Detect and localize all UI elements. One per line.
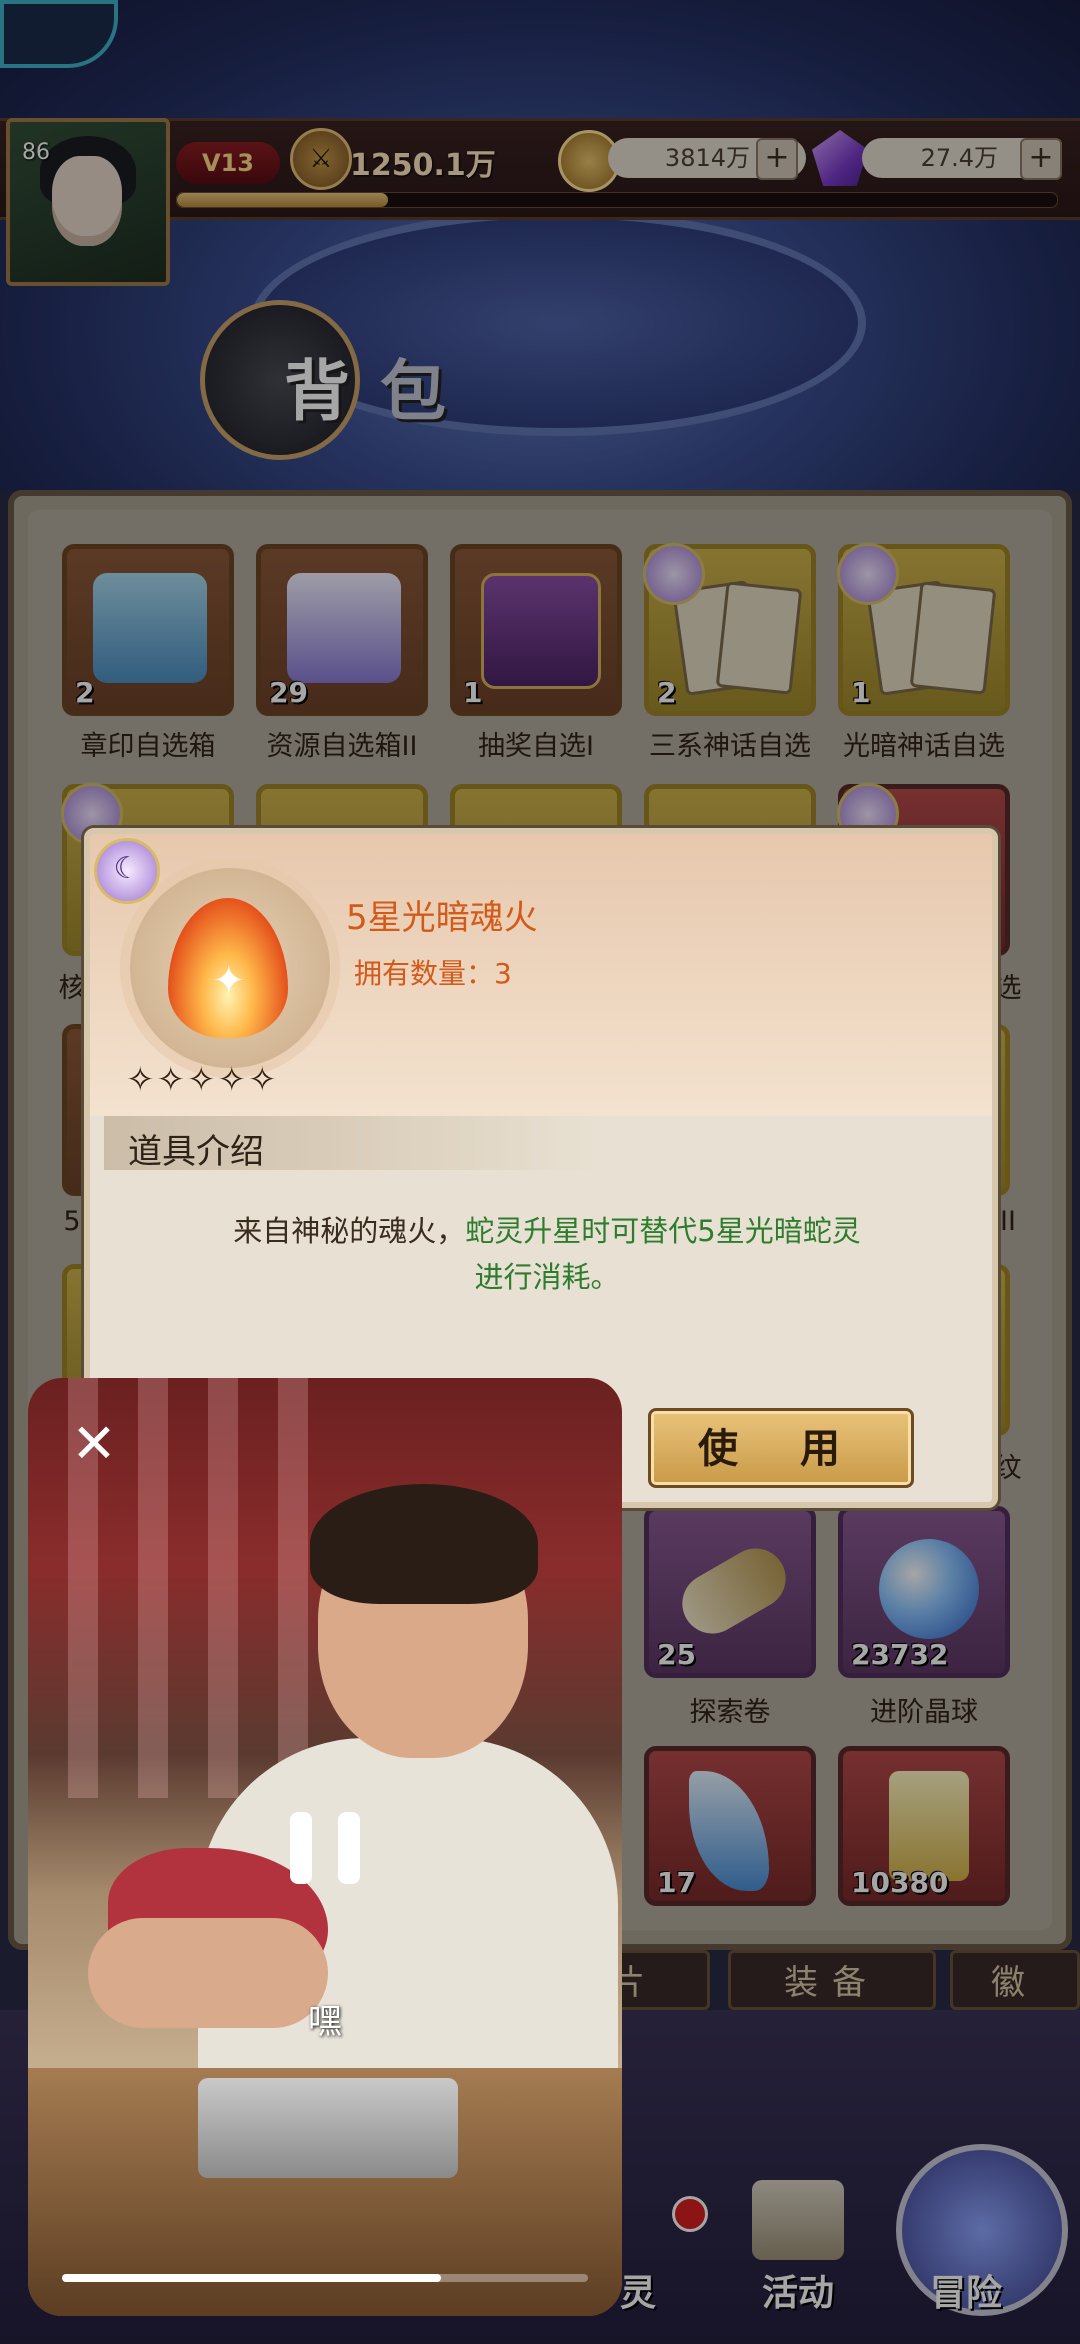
curtain-stripe	[138, 1378, 168, 1798]
video-person-hair	[310, 1484, 538, 1604]
video-progress-bar[interactable]	[62, 2274, 588, 2282]
star-rating: ✧✧✧✧✧	[126, 1060, 279, 1100]
item-description: 来自神秘的魂火，蛇灵升星时可替代5星光暗蛇灵 进行消耗。	[130, 1208, 964, 1300]
curtain-stripe	[208, 1378, 238, 1798]
owned-count: 拥有数量：3	[354, 957, 512, 990]
moon-badge-icon: ☾	[94, 838, 160, 904]
desc-highlight: 蛇灵升星时可替代5星光暗蛇灵	[465, 1214, 861, 1248]
video-tray	[198, 2078, 458, 2178]
section-title: 道具介绍	[128, 1132, 264, 1172]
desc-plain: 来自神秘的魂火，	[233, 1214, 466, 1248]
pause-icon[interactable]	[290, 1812, 360, 1884]
use-button[interactable]: 使 用	[648, 1408, 914, 1488]
desc-highlight-2: 进行消耗。	[474, 1260, 620, 1294]
video-subtitle: 嘿	[308, 2002, 342, 2042]
curtain-stripe	[278, 1378, 308, 1798]
item-name: 5星光暗魂火	[346, 898, 538, 938]
video-progress-fill	[62, 2274, 441, 2282]
sparkle-icon: ✦	[212, 958, 246, 1004]
floating-video-player[interactable]: ✕ 嘿	[28, 1378, 622, 2316]
close-icon[interactable]: ✕	[64, 1414, 124, 1474]
